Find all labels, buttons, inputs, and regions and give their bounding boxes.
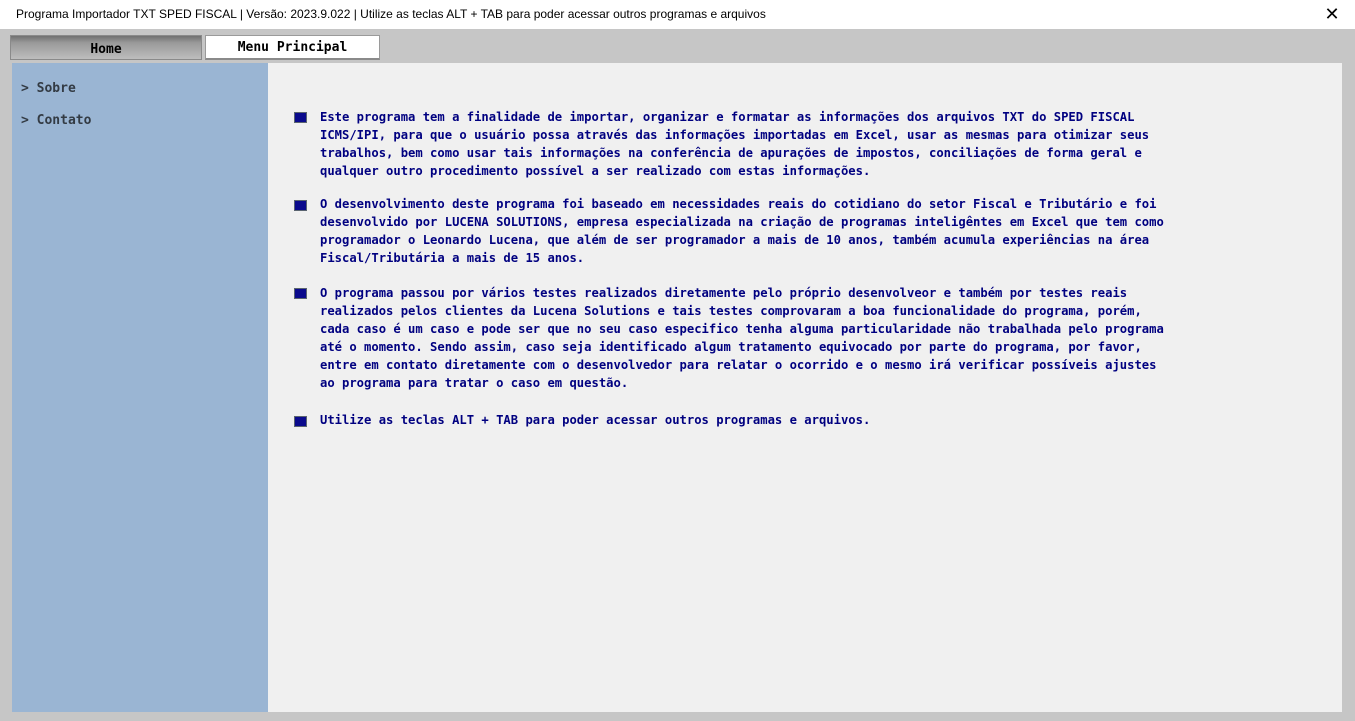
square-bullet-icon xyxy=(294,112,307,123)
tab-home[interactable]: Home xyxy=(10,35,202,60)
window-border xyxy=(1342,63,1355,721)
square-bullet-icon xyxy=(294,416,307,427)
main-content: Este programa tem a finalidade de import… xyxy=(268,63,1342,712)
close-icon[interactable]: ✕ xyxy=(1309,0,1355,29)
paragraph-text: Utilize as teclas ALT + TAB para poder a… xyxy=(320,413,871,427)
tab-menu-principal[interactable]: Menu Principal xyxy=(205,35,380,60)
window-title: Programa Importador TXT SPED FISCAL | Ve… xyxy=(16,7,766,21)
square-bullet-icon xyxy=(294,200,307,211)
paragraph-text: O desenvolvimento deste programa foi bas… xyxy=(320,197,1164,265)
square-bullet-icon xyxy=(294,288,307,299)
sidebar-item-contato[interactable]: > Contato xyxy=(21,113,91,128)
sidebar-item-sobre[interactable]: > Sobre xyxy=(21,81,76,96)
paragraph-text: Este programa tem a finalidade de import… xyxy=(320,110,1150,178)
sidebar: > Sobre > Contato xyxy=(12,63,268,712)
paragraph-text: O programa passou por vários testes real… xyxy=(320,286,1164,390)
title-bar: Programa Importador TXT SPED FISCAL | Ve… xyxy=(0,0,1355,29)
